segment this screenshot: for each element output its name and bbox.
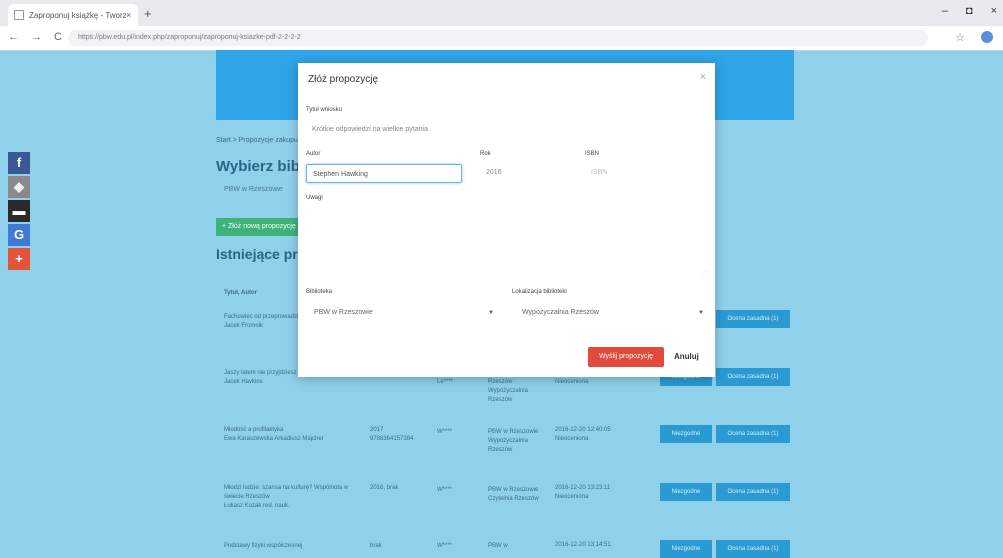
row-user: Le**** (437, 379, 454, 385)
row-location: PBW w (488, 543, 508, 549)
social-share-bar: f ◈ ▬ G + (8, 152, 30, 272)
table-header-title: Tytuł, Autor (224, 290, 257, 296)
window-close-icon[interactable]: × (991, 5, 997, 17)
add-share-icon[interactable]: + (8, 248, 30, 270)
modal-title: Złóż propozycję (308, 74, 379, 85)
isbn-label: ISBN (585, 151, 600, 157)
row-status: 2016-12-20 13:14:51 (555, 542, 611, 548)
row-status: 2016-12-20 13:23:11 Nieoceniona (555, 485, 611, 500)
rate-button[interactable]: Ocena zasadna (1) (716, 425, 790, 443)
row-status: 2016-12-20 12:40:05 Nieoceniona (555, 427, 611, 442)
row-year: brak (370, 543, 382, 549)
author-label: Autor (306, 151, 321, 157)
tab-close-icon[interactable]: × (126, 10, 138, 20)
rate-button[interactable]: Ocena zasadna (1) (716, 540, 790, 558)
rate-button[interactable]: Ocena zasadna (1) (716, 483, 790, 501)
row-year: 2017 (370, 427, 384, 433)
google-icon[interactable]: G (8, 224, 30, 246)
page-title: Wybierz bibliotekę (216, 158, 300, 175)
minimize-icon[interactable]: – (942, 5, 948, 17)
title-label: Tytuł wniosku (306, 107, 343, 113)
location-select-value: Wypożyczalnia Rzeszów (522, 309, 599, 316)
message-icon[interactable]: ▬ (8, 200, 30, 222)
forward-icon[interactable]: → (31, 31, 42, 43)
send-proposal-button[interactable]: Wyślij propozycję (588, 347, 664, 367)
library-select-value: PBW w Rzeszowie (314, 309, 373, 316)
mark-button[interactable]: Niezgodne (660, 483, 712, 501)
existing-proposals-heading: Istniejące propozycje (216, 246, 300, 262)
tab-title: Zaproponuj książkę - Tworzę (29, 10, 126, 20)
bookmark-star-icon[interactable]: ☆ (955, 31, 965, 44)
rate-button[interactable]: Ocena zasadna (1) (716, 368, 790, 386)
row-author: Jacek Havkins (224, 379, 263, 385)
mark-button[interactable]: Niezgodne (660, 425, 712, 443)
page-favicon-icon (14, 10, 24, 20)
chevron-down-icon: ▼ (698, 310, 704, 316)
row-author: Ewa Karaszewska Arkadiusz Majcher (224, 436, 324, 442)
rate-button[interactable]: Ocena zasadna (1) (716, 310, 790, 328)
reload-icon[interactable]: C (54, 31, 62, 43)
cancel-button[interactable]: Anuluj (674, 347, 699, 367)
row-author: Łukasz Kozak red. nauk. (224, 503, 290, 509)
library-label: Biblioteka (306, 289, 333, 295)
row-location: PBW w Rzeszowie Czytelnia Rzeszów (488, 487, 539, 502)
row-user: W**** (437, 543, 453, 549)
window-controls: – ◘ × (942, 5, 997, 17)
library-chip[interactable]: PBW w Rzeszowie (224, 186, 300, 193)
row-location: PBW w Rzeszowie Wypożyczalnia Rzeszów (488, 429, 539, 453)
resize-grip-icon[interactable]: ⋰ (701, 270, 707, 277)
breadcrumb[interactable]: Start > Propozycje zakupu (216, 137, 298, 144)
table-row: Podstawy fizyki współczesnej (224, 542, 354, 551)
nav-buttons: ← → C (8, 31, 62, 43)
maximize-icon[interactable]: ◘ (966, 5, 973, 17)
notes-textarea[interactable] (306, 207, 706, 273)
mark-button[interactable]: Niezgodne (660, 540, 712, 558)
browser-tab[interactable]: Zaproponuj książkę - Tworzę × (8, 4, 138, 26)
row-user: W**** (437, 487, 453, 493)
notes-label: Uwagi (306, 195, 323, 201)
library-select[interactable]: PBW w Rzeszowie ▼ (314, 306, 494, 320)
table-row: Młodość a profilaktyka Ewa Karaszewska A… (224, 426, 374, 444)
facebook-icon[interactable]: f (8, 152, 30, 174)
location-label: Lokalizacja biblioteki (512, 289, 567, 295)
row-title[interactable]: Podstawy fizyki współczesnej (224, 542, 354, 551)
profile-avatar[interactable] (981, 31, 993, 43)
row-title[interactable]: Młodość a profilaktyka (224, 426, 374, 435)
add-proposal-button[interactable]: + Złóż nową propozycję (216, 218, 300, 236)
back-icon[interactable]: ← (8, 31, 19, 43)
year-input[interactable]: 2016 (486, 169, 502, 176)
browser-tabbar: Zaproponuj książkę - Tworzę × + – ◘ × (0, 0, 1003, 26)
new-tab-icon[interactable]: + (144, 6, 152, 21)
location-select[interactable]: Wypożyczalnia Rzeszów ▼ (522, 306, 704, 320)
row-year-isbn: 2017 9788364157384 (370, 426, 413, 444)
share-icon[interactable]: ◈ (8, 176, 30, 198)
row-user: W**** (437, 429, 453, 435)
row-year: 2016, brak (370, 485, 399, 491)
url-field[interactable]: https://pbw.edu.pl/index.php/zaproponuj/… (68, 30, 928, 46)
row-isbn: 9788364157384 (370, 436, 414, 442)
proposal-modal: Złóż propozycję × Tytuł wniosku Krótkie … (298, 63, 715, 377)
author-input[interactable]: Stephen Hawking (306, 164, 462, 183)
isbn-input[interactable]: ISBN (591, 169, 607, 176)
title-input[interactable]: Krótkie odpowiedzi na wielkie pytania (312, 126, 428, 133)
row-status: Nieoceniona (555, 379, 589, 385)
chevron-down-icon: ▼ (488, 310, 494, 316)
table-row: Młodzi ludzie: szansa na kulturę? Wspóln… (224, 484, 354, 511)
modal-close-icon[interactable]: × (700, 71, 706, 83)
address-bar-row: ← → C https://pbw.edu.pl/index.php/zapro… (0, 26, 1003, 51)
row-title[interactable]: Młodzi ludzie: szansa na kulturę? Wspóln… (224, 484, 354, 502)
year-label: Rok (480, 151, 491, 157)
row-location: Rzeszów Wypożyczalnia Rzeszów (488, 379, 528, 403)
